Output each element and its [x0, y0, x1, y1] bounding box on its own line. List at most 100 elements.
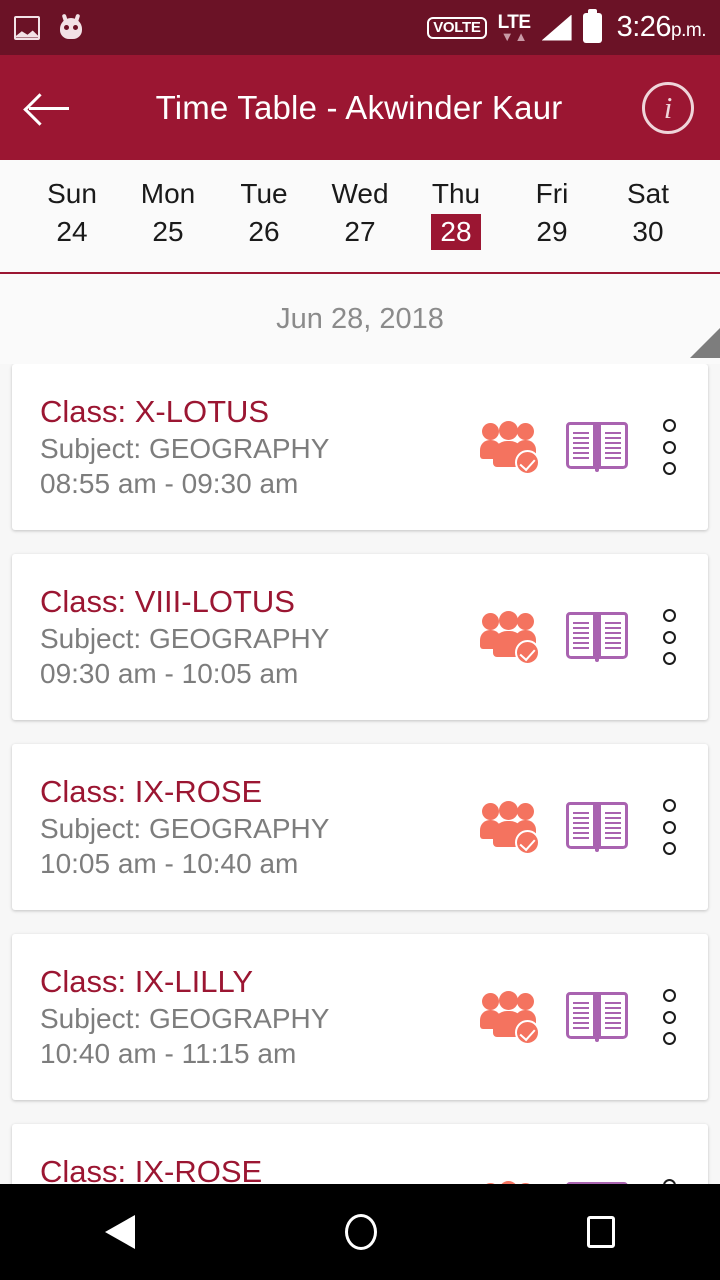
- overflow-menu-icon[interactable]: [656, 799, 682, 855]
- android-eye-right: [73, 25, 78, 30]
- attendance-group-check-icon[interactable]: [480, 801, 540, 855]
- class-name: Class: VIII-LOTUS: [40, 584, 295, 619]
- day-cell-tue[interactable]: Tue 26: [216, 178, 312, 250]
- day-cell-sun[interactable]: Sun 24: [24, 178, 120, 250]
- status-bar-left-icons: [14, 13, 84, 40]
- day-name: Fri: [535, 178, 569, 209]
- timetable-screen: VOLTE LTE ▼ ▲ 3:26p.m. Time Table - Akwi…: [0, 0, 720, 1280]
- attendance-group-check-icon[interactable]: [480, 611, 540, 665]
- status-bar-right-icons: VOLTE LTE ▼ ▲ 3:26p.m.: [427, 8, 707, 44]
- day-name: Tue: [240, 178, 288, 209]
- info-icon[interactable]: i: [642, 81, 694, 134]
- class-card-actions: [480, 419, 682, 475]
- attendance-group-check-icon[interactable]: [480, 991, 540, 1045]
- class-card-text: Class: IX-LILLY Subject: GEOGRAPHY 10:40…: [40, 964, 482, 1070]
- selected-date-bar: Jun 28, 2018: [0, 274, 720, 364]
- class-card-actions: [480, 989, 682, 1045]
- class-card[interactable]: Class: X-LOTUS Subject: GEOGRAPHY 08:55 …: [12, 364, 708, 530]
- open-book-icon[interactable]: [566, 422, 628, 472]
- class-card-actions: [480, 799, 682, 855]
- day-number: 25: [152, 216, 184, 247]
- day-number: 26: [248, 216, 280, 247]
- day-cell-mon[interactable]: Mon 25: [120, 178, 216, 250]
- android-eye-left: [64, 25, 69, 30]
- check-badge-icon: [515, 450, 540, 475]
- page-title: Time Table - Akwinder Kaur: [155, 88, 563, 126]
- class-card[interactable]: Class: IX-ROSE Subject: GEOGRAPHY 10:05 …: [12, 744, 708, 910]
- class-name: Class: IX-ROSE: [40, 1154, 263, 1184]
- class-card[interactable]: Class: IX-LILLY Subject: GEOGRAPHY 10:40…: [12, 934, 708, 1100]
- check-badge-icon: [515, 640, 540, 665]
- data-transfer-arrows: ▼ ▲: [501, 30, 528, 43]
- class-card[interactable]: Class: VIII-LOTUS Subject: GEOGRAPHY 09:…: [12, 554, 708, 720]
- day-name: Wed: [331, 178, 389, 209]
- day-number: 29: [536, 216, 568, 247]
- class-time: 09:30 am - 10:05 am: [40, 658, 299, 689]
- app-bar: Time Table - Akwinder Kaur i: [0, 55, 720, 160]
- day-cell-thu[interactable]: Thu 28: [408, 178, 504, 250]
- week-day-selector: Sun 24 Mon 25 Tue 26 Wed 27 Thu 28 Fri 2…: [0, 160, 720, 274]
- android-navigation-bar: [0, 1184, 720, 1280]
- status-bar: VOLTE LTE ▼ ▲ 3:26p.m.: [0, 0, 720, 55]
- battery-full-icon: [582, 8, 602, 43]
- selected-date-label: Jun 28, 2018: [276, 302, 444, 335]
- day-cell-wed[interactable]: Wed 27: [312, 178, 408, 250]
- signal-bars-icon: [541, 14, 572, 41]
- class-list[interactable]: Class: X-LOTUS Subject: GEOGRAPHY 08:55 …: [0, 364, 720, 1184]
- resize-handle-icon[interactable]: [690, 328, 720, 358]
- day-number: 24: [56, 216, 88, 247]
- nav-back-icon[interactable]: [105, 1215, 135, 1249]
- android-antenna-right: [73, 13, 81, 24]
- class-time: 08:55 am - 09:30 am: [40, 468, 299, 499]
- clock-period: p.m.: [671, 20, 706, 41]
- open-book-icon[interactable]: [566, 612, 628, 662]
- class-card-text: Class: IX-ROSE Subject: GEOGRAPHY 10:05 …: [40, 774, 482, 880]
- day-number: 30: [632, 216, 664, 247]
- class-card-actions: [480, 609, 682, 665]
- class-time: 10:05 am - 10:40 am: [40, 848, 299, 879]
- class-subject: Subject: GEOGRAPHY: [40, 433, 330, 464]
- check-badge-icon: [515, 830, 540, 855]
- open-book-icon[interactable]: [566, 992, 628, 1042]
- class-time: 10:40 am - 11:15 am: [40, 1038, 297, 1069]
- clock-time: 3:26: [616, 11, 672, 43]
- attendance-group-check-icon[interactable]: [480, 421, 540, 475]
- data-up-arrow: ▲: [514, 28, 528, 44]
- lte-icon: LTE ▼ ▲: [498, 13, 531, 43]
- class-subject: Subject: GEOGRAPHY: [40, 623, 330, 654]
- class-subject: Subject: GEOGRAPHY: [40, 813, 330, 844]
- open-book-icon[interactable]: [566, 1182, 628, 1184]
- status-bar-clock: 3:26p.m.: [616, 11, 707, 44]
- day-name: Sun: [47, 178, 97, 209]
- class-name: Class: IX-ROSE: [40, 774, 263, 809]
- overflow-menu-icon[interactable]: [656, 989, 682, 1045]
- back-arrow-icon[interactable]: [26, 85, 72, 131]
- day-number: 27: [344, 216, 376, 247]
- class-card-actions: [482, 1179, 682, 1184]
- data-down-arrow: ▼: [500, 28, 514, 44]
- day-name: Thu: [431, 178, 481, 209]
- class-card-text: Class: X-LOTUS Subject: GEOGRAPHY 08:55 …: [40, 394, 482, 500]
- photo-icon: [14, 15, 40, 40]
- day-cell-fri[interactable]: Fri 29: [504, 178, 600, 250]
- day-name: Sat: [626, 178, 670, 209]
- overflow-menu-icon[interactable]: [656, 609, 682, 665]
- day-number-selected: 28: [431, 214, 481, 250]
- nav-home-icon[interactable]: [345, 1214, 377, 1250]
- overflow-menu-icon[interactable]: [656, 1179, 682, 1184]
- nav-recents-icon[interactable]: [587, 1216, 615, 1248]
- class-subject: Subject: GEOGRAPHY: [40, 1003, 330, 1034]
- overflow-menu-icon[interactable]: [656, 419, 682, 475]
- open-book-icon[interactable]: [566, 802, 628, 852]
- attendance-group-check-icon[interactable]: [482, 1181, 538, 1184]
- volte-icon: VOLTE: [427, 16, 487, 39]
- android-antenna-left: [61, 13, 69, 24]
- class-card[interactable]: Class: IX-ROSE Subject: GEOGRAPHY 11:15 …: [12, 1124, 708, 1184]
- class-name: Class: X-LOTUS: [40, 394, 270, 429]
- class-card-text: Class: VIII-LOTUS Subject: GEOGRAPHY 09:…: [40, 584, 482, 690]
- day-cell-sat[interactable]: Sat 30: [600, 178, 696, 250]
- day-name: Mon: [140, 178, 196, 209]
- class-name: Class: IX-LILLY: [40, 964, 254, 999]
- check-badge-icon: [515, 1020, 540, 1045]
- class-card-text: Class: IX-ROSE Subject: GEOGRAPHY 11:15 …: [40, 1154, 482, 1184]
